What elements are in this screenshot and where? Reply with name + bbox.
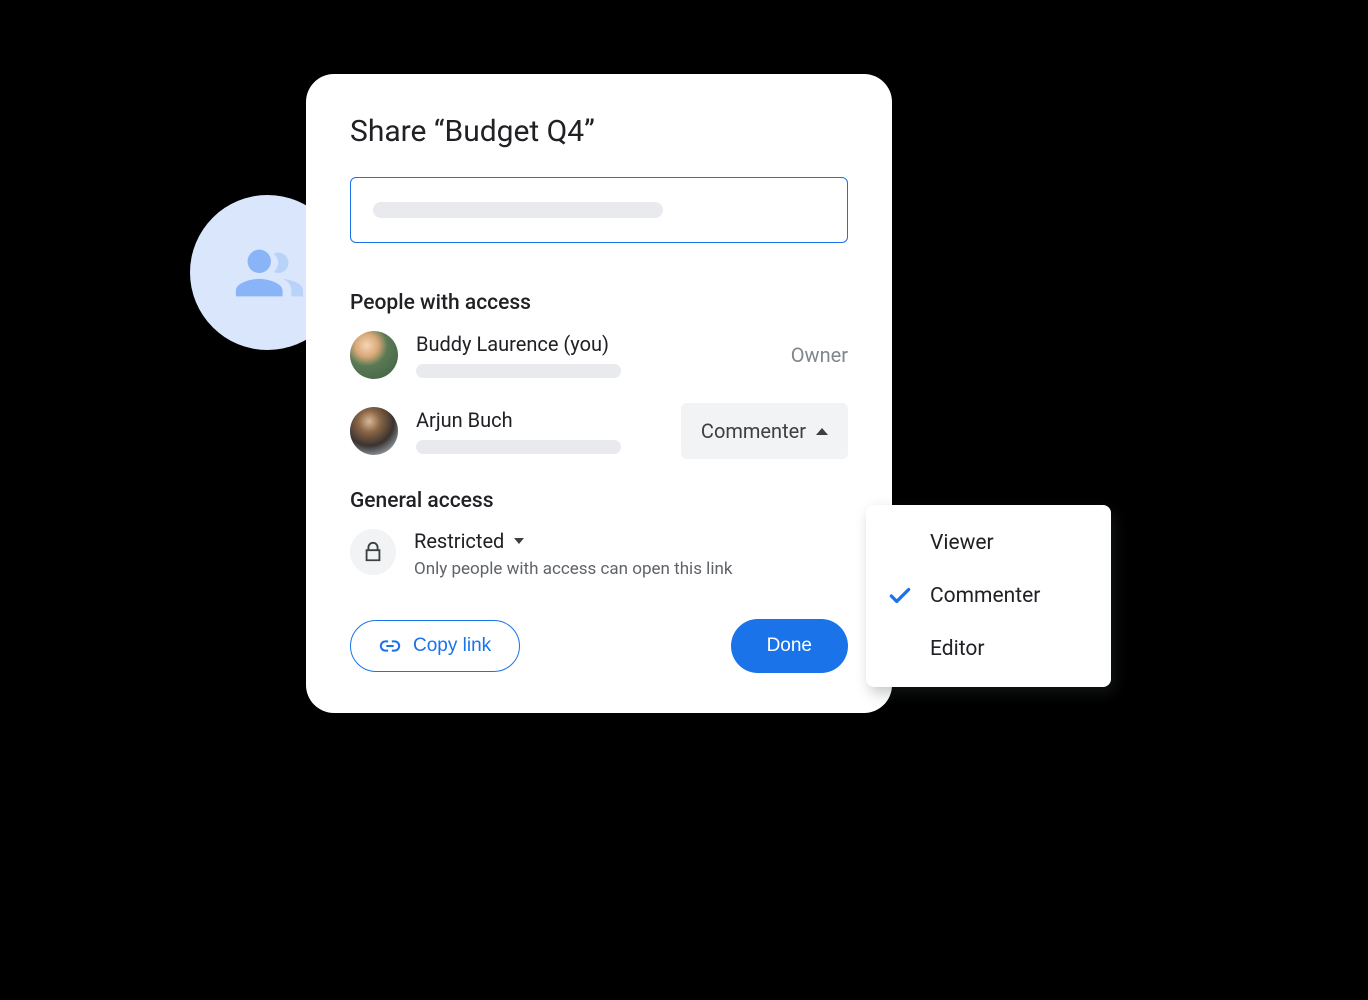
lock-icon-circle [350,529,396,575]
role-dropdown-button[interactable]: Commenter [681,403,848,459]
person-info: Arjun Buch [416,408,663,454]
role-option-viewer[interactable]: Viewer [866,517,1111,569]
add-people-input[interactable] [350,177,848,243]
role-dropdown-label: Commenter [701,419,806,443]
access-mode-description: Only people with access can open this li… [414,559,848,579]
role-option-label: Editor [930,637,984,661]
person-email-skeleton [416,440,621,454]
role-option-label: Commenter [930,584,1040,608]
person-name: Arjun Buch [416,408,663,432]
done-button[interactable]: Done [731,619,848,673]
person-row: Arjun Buch Commenter [350,403,848,459]
people-access-header: People with access [350,291,848,315]
dialog-footer: Copy link Done [350,619,848,673]
person-name: Buddy Laurence (you) [416,332,773,356]
copy-link-button[interactable]: Copy link [350,620,520,672]
dialog-title: Share “Budget Q4” [350,114,848,149]
avatar [350,407,398,455]
person-email-skeleton [416,364,621,378]
general-access-header: General access [350,489,848,513]
role-option-label: Viewer [930,531,994,555]
person-info: Buddy Laurence (you) [416,332,773,378]
caret-down-icon [514,538,524,544]
role-dropdown-menu: Viewer Commenter Editor [866,505,1111,687]
lock-icon [362,541,384,563]
general-access-row: Restricted Only people with access can o… [350,529,848,579]
person-row: Buddy Laurence (you) Owner [350,331,848,379]
access-mode-label: Restricted [414,529,504,553]
role-option-commenter[interactable]: Commenter [866,569,1111,623]
check-icon [887,583,913,609]
access-mode-dropdown[interactable]: Restricted [414,529,848,553]
link-icon [379,635,401,657]
person-role-label: Owner [791,343,848,367]
caret-up-icon [816,428,828,435]
input-placeholder-skeleton [373,202,663,218]
copy-link-label: Copy link [413,635,491,657]
people-group-icon [233,238,303,308]
share-dialog: Share “Budget Q4” People with access Bud… [306,74,892,713]
role-option-editor[interactable]: Editor [866,623,1111,675]
avatar [350,331,398,379]
check-slot [886,583,914,609]
